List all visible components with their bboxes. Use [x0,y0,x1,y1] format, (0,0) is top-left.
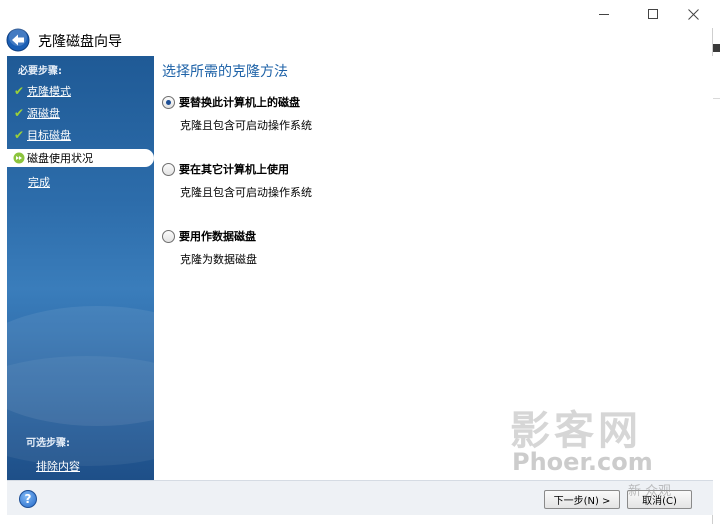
title-bar [0,0,713,28]
close-icon [687,8,699,20]
option-data-disk[interactable]: 要用作数据磁盘 克隆为数据磁盘 [162,228,257,267]
wizard-content: 选择所需的克隆方法 要替换此计算机上的磁盘 克隆且包含可启动操作系统 要在其它计… [154,56,713,480]
step-label: 磁盘使用状况 [27,152,93,165]
required-steps-heading: 必要步骤: [18,66,62,77]
radio-button[interactable] [162,95,175,109]
wizard-title: 克隆磁盘向导 [38,34,122,50]
option-description: 克隆且包含可启动操作系统 [180,186,312,199]
content-title: 选择所需的克隆方法 [162,64,288,80]
step-label: 源磁盘 [27,107,60,120]
radio-button[interactable] [162,162,175,176]
wizard-header: 克隆磁盘向导 [0,28,713,54]
step-label: 目标磁盘 [27,129,71,142]
option-use-on-other-computer[interactable]: 要在其它计算机上使用 克隆且包含可启动操作系统 [162,161,312,200]
clone-disk-wizard-window: 克隆磁盘向导 必要步骤: ✔ 克隆模式 ✔ 源磁盘 ✔ 目标磁盘 磁盘使用状况 [0,0,713,524]
step-clone-mode[interactable]: ✔ 克隆模式 [11,82,154,100]
background-window-strip [713,0,720,524]
option-label: 要替换此计算机上的磁盘 [179,96,300,109]
option-description: 克隆为数据磁盘 [180,253,257,266]
step-disk-usage[interactable]: 磁盘使用状况 [7,149,154,167]
maximize-icon [648,9,658,19]
current-step-arrow-icon [11,152,27,164]
next-button[interactable]: 下一步(N) > [544,490,620,509]
checkmark-icon: ✔ [13,106,25,120]
minimize-button[interactable] [581,0,627,28]
option-label: 要在其它计算机上使用 [179,163,289,176]
option-replace-disk[interactable]: 要替换此计算机上的磁盘 克隆且包含可启动操作系统 [162,94,312,133]
step-finish[interactable]: 完成 [28,174,50,190]
help-icon[interactable]: ? [19,490,37,508]
radio-button[interactable] [162,229,175,243]
wizard-footer: ? 下一步(N) > 取消(C) [7,480,713,515]
step-source-disk[interactable]: ✔ 源磁盘 [11,104,154,122]
step-target-disk[interactable]: ✔ 目标磁盘 [11,126,154,144]
close-button[interactable] [670,0,716,28]
checkmark-icon: ✔ [13,128,25,142]
optional-steps-heading: 可选步骤: [26,438,70,449]
back-arrow-icon [6,28,30,52]
wizard-steps-sidebar: 必要步骤: ✔ 克隆模式 ✔ 源磁盘 ✔ 目标磁盘 磁盘使用状况 完成 可选步骤… [7,56,154,480]
watermark-corner: 新 众观 [628,484,672,499]
checkmark-icon: ✔ [13,84,25,98]
back-button[interactable] [6,28,30,52]
option-description: 克隆且包含可启动操作系统 [180,119,312,132]
minimize-icon [599,13,609,15]
option-label: 要用作数据磁盘 [179,230,256,243]
step-exclude-items[interactable]: 排除内容 [36,458,80,474]
step-label: 克隆模式 [27,85,71,98]
